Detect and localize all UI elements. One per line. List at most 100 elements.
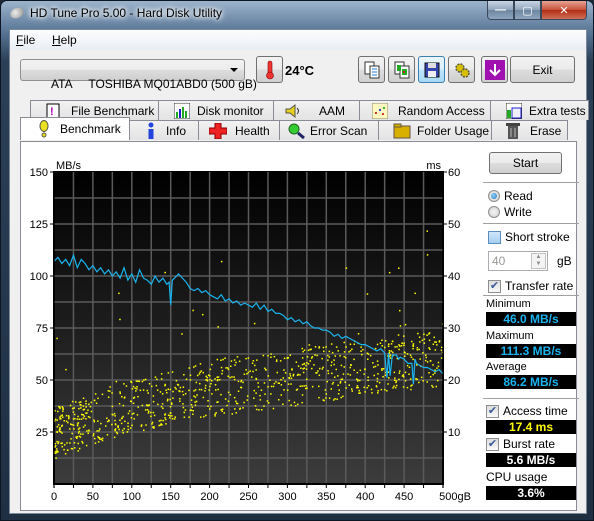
- access-time-point: [61, 432, 63, 434]
- access-time-point: [153, 414, 156, 417]
- write-radio[interactable]: Write: [488, 205, 532, 219]
- access-time-point: [412, 358, 414, 361]
- access-time-point: [164, 418, 167, 421]
- burst-rate-checkbox[interactable]: ✔ Burst rate: [486, 437, 555, 451]
- access-time-point: [245, 369, 247, 371]
- copy-info-button[interactable]: [358, 56, 385, 83]
- menu-help[interactable]: Help: [52, 33, 77, 47]
- start-button[interactable]: Start: [489, 152, 562, 174]
- y-tick-label-right: 40: [448, 271, 460, 283]
- access-time-point: [398, 372, 401, 374]
- access-time-point: [251, 362, 254, 364]
- short-stroke-checkbox[interactable]: Short stroke: [488, 230, 570, 244]
- access-time-point: [82, 426, 85, 428]
- read-radio[interactable]: Read: [488, 189, 533, 203]
- transfer-rate-checkbox[interactable]: ✔ Transfer rate: [488, 279, 573, 293]
- tab-info[interactable]: Info: [129, 120, 199, 140]
- access-time-point: [93, 419, 95, 421]
- spin-buttons[interactable]: ▲ ▼: [531, 253, 546, 269]
- access-time-point: [81, 413, 83, 416]
- access-time-point: [399, 345, 401, 347]
- access-time-point: [131, 424, 133, 427]
- access-time-point: [426, 254, 429, 256]
- tab-aam[interactable]: AAM: [273, 100, 360, 120]
- access-time-point: [141, 380, 144, 383]
- access-time-point: [230, 365, 232, 367]
- access-time-point: [194, 396, 197, 398]
- access-time-point: [88, 403, 90, 405]
- access-time-point: [165, 389, 167, 391]
- divider: [483, 223, 579, 224]
- menu-file[interactable]: File: [16, 33, 35, 47]
- temperature-button[interactable]: [256, 56, 283, 83]
- access-time-point: [441, 346, 443, 349]
- save-button[interactable]: [418, 56, 445, 83]
- tab-folder-usage[interactable]: Folder Usage: [378, 120, 492, 140]
- access-time-point: [231, 376, 233, 378]
- access-time-point: [57, 441, 60, 443]
- access-time-point: [345, 357, 347, 359]
- access-time-point: [422, 352, 424, 354]
- tab-benchmark[interactable]: Benchmark: [20, 117, 130, 140]
- tab-error-scan[interactable]: Error Scan: [279, 120, 379, 140]
- maximize-button[interactable]: ▢: [514, 1, 541, 20]
- access-time-point: [318, 374, 321, 376]
- access-time-point: [369, 354, 372, 357]
- access-time-point: [69, 442, 71, 444]
- access-time-point: [431, 384, 433, 387]
- radio-on-icon: [488, 190, 500, 202]
- tab-extra-tests[interactable]: Extra tests: [490, 100, 589, 120]
- access-time-point: [89, 416, 91, 419]
- access-time-point: [220, 409, 222, 411]
- access-time-point: [167, 398, 169, 401]
- access-time-point: [116, 432, 119, 435]
- tab-erase[interactable]: Erase: [491, 120, 568, 140]
- access-time-point: [70, 423, 72, 425]
- access-time-point: [349, 350, 352, 352]
- tab-label: File Benchmark: [71, 103, 155, 118]
- menu-help-accel: H: [52, 33, 61, 47]
- access-time-point: [145, 424, 147, 426]
- access-time-point: [209, 385, 211, 388]
- access-time-point: [437, 361, 440, 364]
- y-axis-label-left: MB/s: [56, 160, 82, 172]
- update-button[interactable]: [481, 56, 508, 83]
- tab-disk-monitor[interactable]: Disk monitor: [158, 100, 274, 120]
- access-time-point: [157, 403, 159, 406]
- access-time-point: [425, 359, 427, 362]
- access-time-point: [56, 448, 58, 450]
- write-label: Write: [504, 205, 532, 219]
- access-time-point: [204, 387, 207, 389]
- drive-select[interactable]: ATA TOSHIBA MQ01ABD0 (500 gB): [20, 59, 257, 91]
- tab-random-access[interactable]: Random Access: [359, 100, 491, 120]
- tab-health[interactable]: Health: [198, 120, 280, 140]
- exit-button[interactable]: Exit: [510, 56, 575, 83]
- access-time-point: [404, 323, 407, 326]
- close-button[interactable]: ✕: [541, 1, 587, 20]
- access-time-point: [56, 419, 58, 421]
- folder-icon: [393, 123, 411, 139]
- access-time-point: [392, 387, 394, 389]
- access-time-point: [188, 416, 190, 418]
- info-icon: [148, 122, 154, 139]
- access-time-point: [291, 369, 293, 371]
- access-time-checkbox[interactable]: ✔ Access time: [486, 404, 568, 418]
- access-time-point: [330, 388, 332, 390]
- title-bar[interactable]: HD Tune Pro 5.00 - Hard Disk Utility — ▢…: [1, 1, 593, 27]
- access-time-point: [220, 393, 222, 396]
- access-time-point: [227, 391, 230, 394]
- access-time-point: [55, 457, 57, 459]
- short-stroke-stepper[interactable]: 40 ▲ ▼: [488, 251, 548, 271]
- access-time-point: [416, 378, 418, 381]
- access-time-point: [71, 423, 73, 426]
- access-time-point: [121, 417, 123, 419]
- options-button[interactable]: [448, 56, 475, 83]
- read-label: Read: [504, 189, 533, 203]
- access-time-point: [169, 398, 171, 401]
- access-time-point: [326, 380, 328, 383]
- access-time-point: [195, 381, 198, 384]
- access-time-point: [282, 377, 284, 379]
- copy-screenshot-button[interactable]: [388, 56, 415, 83]
- access-time-point: [337, 375, 339, 377]
- minimize-button[interactable]: —: [487, 1, 514, 20]
